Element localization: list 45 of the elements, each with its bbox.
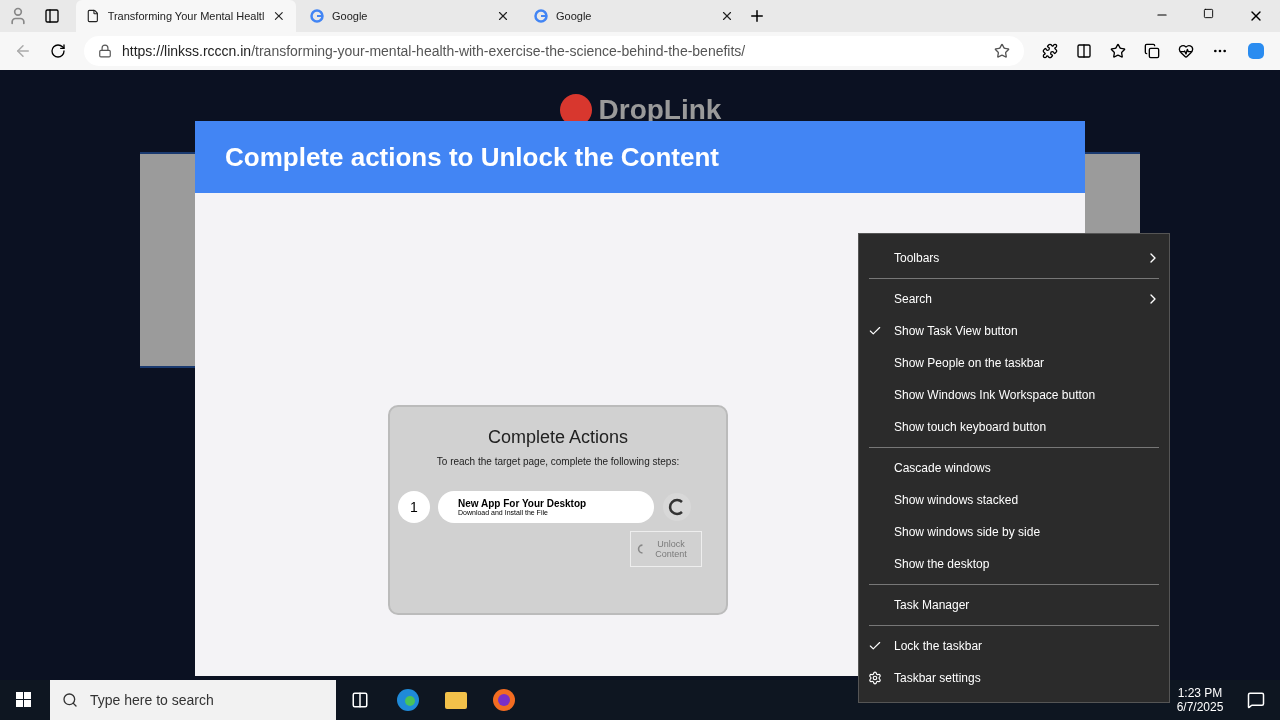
menu-item[interactable]: Show Task View button xyxy=(859,315,1169,347)
step-number: 1 xyxy=(398,491,430,523)
menu-item[interactable]: Taskbar settings xyxy=(859,662,1169,694)
close-icon[interactable] xyxy=(496,9,510,23)
split-screen-icon[interactable] xyxy=(1076,43,1092,59)
menu-item[interactable]: Show People on the taskbar xyxy=(859,347,1169,379)
favorite-icon[interactable] xyxy=(994,43,1010,59)
menu-item[interactable]: Show windows side by side xyxy=(859,516,1169,548)
maximize-icon[interactable] xyxy=(1203,8,1214,19)
collections-icon[interactable] xyxy=(1144,43,1160,59)
search-icon xyxy=(62,692,78,708)
new-tab-icon[interactable] xyxy=(748,7,766,25)
page-icon xyxy=(86,9,100,23)
clock-time: 1:23 PM xyxy=(1177,686,1223,700)
close-icon[interactable] xyxy=(720,9,734,23)
copilot-icon[interactable] xyxy=(1246,41,1266,61)
menu-item[interactable]: Task Manager xyxy=(859,589,1169,621)
tab-actions-icon[interactable] xyxy=(44,8,60,24)
taskbar-search-field[interactable]: Type here to search xyxy=(50,680,336,720)
card-title: Complete Actions xyxy=(487,427,629,448)
close-icon[interactable] xyxy=(272,9,286,23)
menu-item[interactable]: Lock the taskbar xyxy=(859,630,1169,662)
favorites-icon[interactable] xyxy=(1110,43,1126,59)
menu-item[interactable]: Search xyxy=(859,283,1169,315)
menu-item[interactable]: Show windows stacked xyxy=(859,484,1169,516)
health-icon[interactable] xyxy=(1178,43,1194,59)
profile-icon[interactable] xyxy=(8,6,28,26)
menu-item[interactable]: Show Windows Ink Workspace button xyxy=(859,379,1169,411)
reload-icon[interactable] xyxy=(50,43,66,59)
menu-item[interactable]: Show the desktop xyxy=(859,548,1169,580)
settings-icon xyxy=(868,671,882,685)
clock-date: 6/7/2025 xyxy=(1176,700,1224,714)
menu-item[interactable]: Toolbars xyxy=(859,242,1169,274)
unlock-icon xyxy=(637,542,644,556)
menu-item[interactable]: Cascade windows xyxy=(859,452,1169,484)
browser-tab[interactable]: Google xyxy=(524,0,744,32)
extensions-icon[interactable] xyxy=(1042,43,1058,59)
lock-icon xyxy=(98,44,112,58)
card-subtitle: To reach the target page, complete the following steps: xyxy=(436,456,680,467)
loading-spinner-icon xyxy=(662,492,692,522)
menu-item[interactable]: Show touch keyboard button xyxy=(859,411,1169,443)
address-field[interactable]: https://linkss.rcccn.in/transforming-your-mental-health-with-exercise-the-science-behind-the-benefits/ xyxy=(84,36,1024,66)
browser-tab[interactable]: Google xyxy=(300,0,520,32)
browser-tab[interactable]: Transforming Your Mental Healtl xyxy=(76,0,296,32)
modal-title: Complete actions to Unlock the Content xyxy=(195,121,1085,193)
